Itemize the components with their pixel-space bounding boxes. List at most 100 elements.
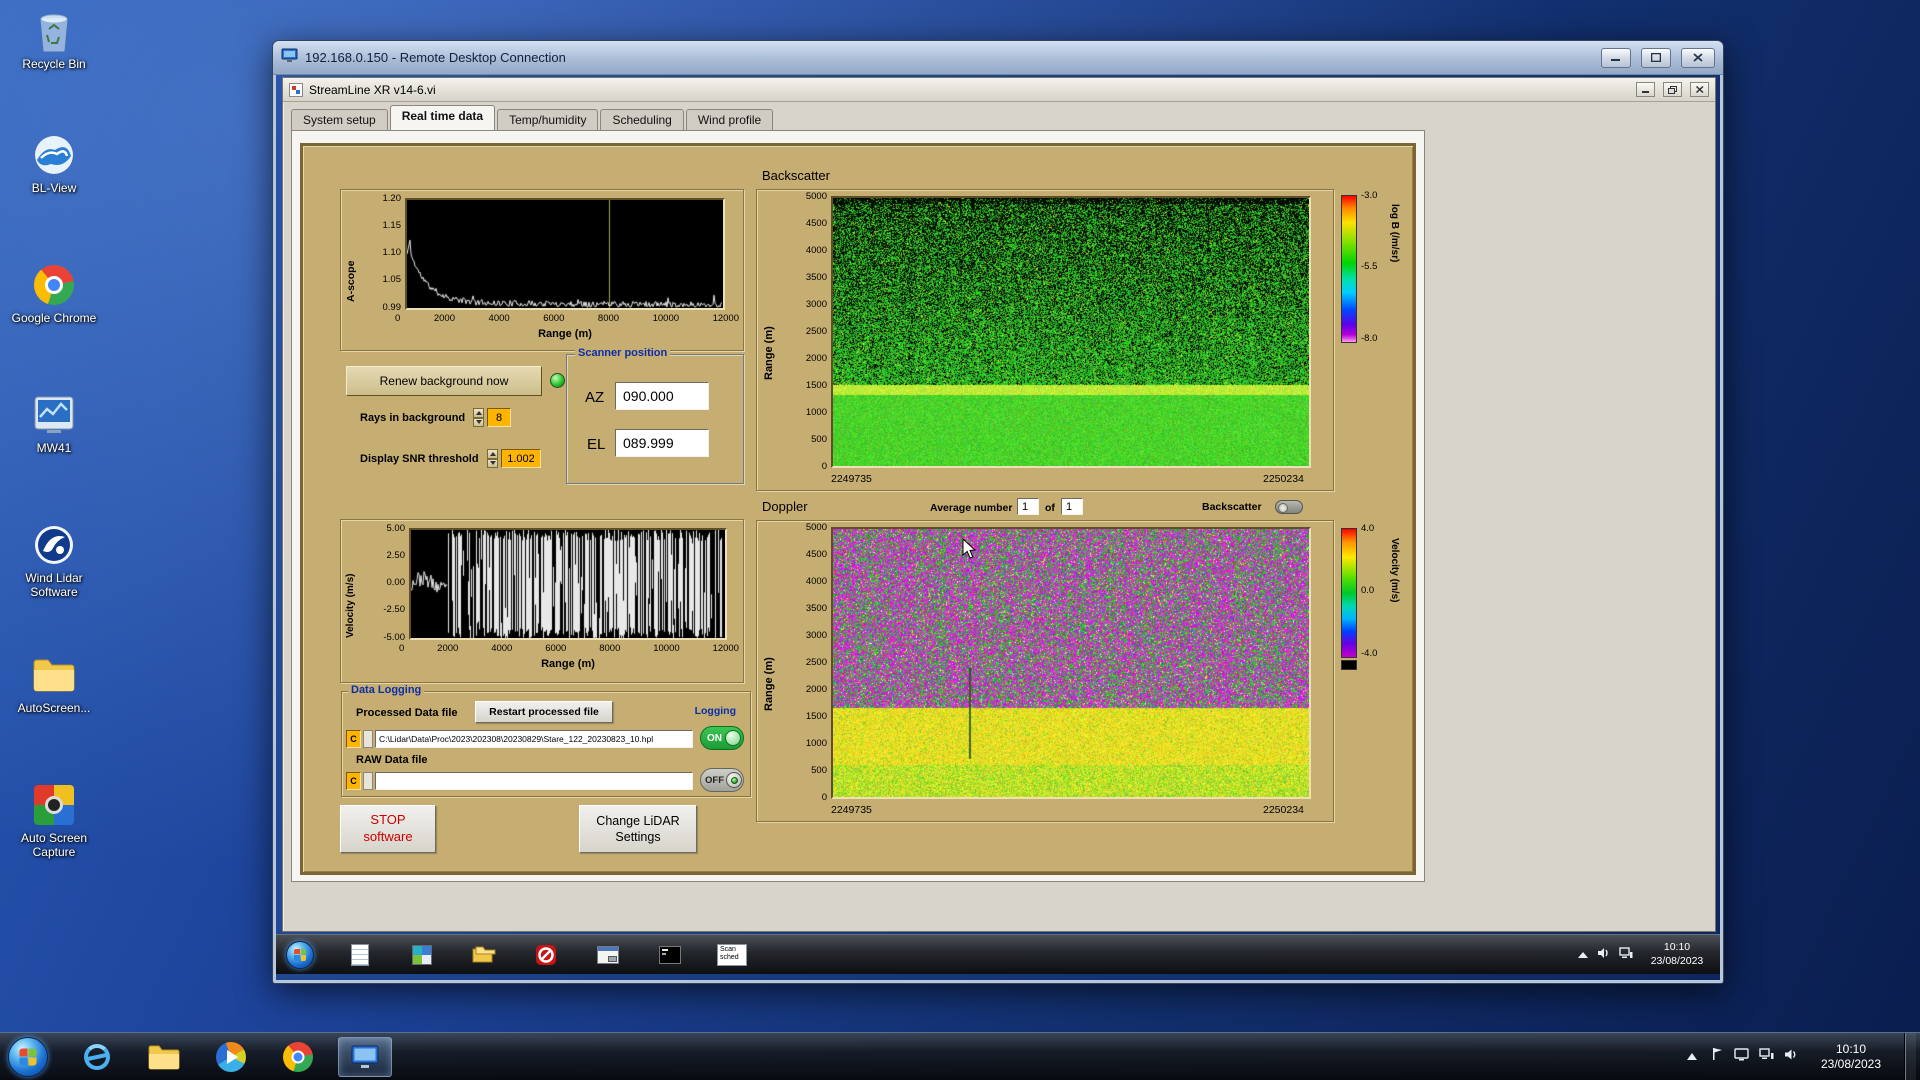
tab-strip: System setup Real time data Temp/humidit…	[291, 105, 774, 130]
remote-taskbar-stop-icon[interactable]	[528, 939, 564, 971]
snr-value-field[interactable]: 1.002	[501, 449, 541, 468]
average-number-field[interactable]: 1	[1017, 498, 1039, 515]
desktop-icon-recycle-bin[interactable]: Recycle Bin	[6, 8, 102, 72]
tab-wind-profile[interactable]: Wind profile	[685, 109, 774, 130]
remote-taskbar-console-icon[interactable]	[652, 939, 688, 971]
tick-label: 2000	[437, 643, 459, 654]
volume-icon[interactable]	[1784, 1048, 1798, 1066]
stop-software-button[interactable]: STOP software	[340, 805, 436, 853]
icon-label: Google Chrome	[11, 311, 97, 325]
rdp-close-button[interactable]	[1681, 47, 1715, 68]
tab-real-time-data[interactable]: Real time data	[389, 105, 496, 130]
processed-drive-button[interactable]: C	[346, 730, 361, 748]
raw-drive-button[interactable]: C	[346, 772, 361, 790]
host-clock[interactable]: 10:10 23/08/2023	[1808, 1042, 1894, 1072]
remote-clock[interactable]: 10:10 23/08/2023	[1642, 941, 1712, 967]
el-value-field[interactable]: 089.999	[615, 429, 709, 457]
taskbar-chrome-icon[interactable]	[271, 1037, 325, 1077]
doppler-group: Range (m) 5000 4500 4000 3500 3000 2500 2000 15…	[756, 520, 1334, 822]
backscatter-y-axis-label: Range (m)	[763, 326, 775, 380]
tab-temp-humidity[interactable]: Temp/humidity	[497, 109, 599, 130]
az-value-field[interactable]: 090.000	[615, 382, 709, 410]
remote-taskbar-folders-icon[interactable]	[466, 939, 502, 971]
restart-processed-file-button[interactable]: Restart processed file	[475, 701, 613, 723]
app-close-button[interactable]	[1690, 82, 1709, 97]
remote-start-button[interactable]	[286, 940, 314, 969]
tick-label: 6000	[543, 313, 565, 324]
remote-network-icon[interactable]	[1619, 946, 1633, 964]
average-number-label: Average number	[930, 502, 1013, 514]
desktop-icon-bl-view[interactable]: BL-View	[6, 132, 102, 196]
taskbar-media-player-icon[interactable]	[204, 1037, 258, 1077]
backscatter-y-ticks: 5000 4500 4000 3500 3000 2500 2000 1500 1000 500 0	[783, 192, 827, 472]
backscatter-colorbar-label: log B (/m/sr)	[1389, 204, 1400, 263]
display-backscatter-toggle[interactable]	[1275, 500, 1303, 514]
tab-scheduling[interactable]: Scheduling	[600, 109, 684, 130]
app-window: StreamLine XR v14-6.vi System setup Real…	[282, 77, 1716, 932]
show-desktop-button[interactable]	[1904, 1033, 1916, 1080]
raw-data-file-label: RAW Data file	[356, 754, 428, 766]
backscatter-x-end: 2250234	[1263, 473, 1304, 485]
icon-label: BL-View	[31, 181, 77, 195]
tick-label: 0.00	[386, 577, 406, 589]
velocity-group: Velocity (m/s) 5.00 2.50 0.00 -2.50 -5.00 0 2…	[340, 519, 744, 683]
app-restore-button[interactable]	[1663, 82, 1682, 97]
raw-browse-icon[interactable]	[363, 772, 373, 790]
average-of-count-field[interactable]: 1	[1061, 498, 1083, 515]
network-icon[interactable]	[1759, 1047, 1774, 1066]
remote-taskbar-app-grid-icon[interactable]	[404, 939, 440, 971]
rdp-minimize-button[interactable]	[1601, 47, 1631, 68]
taskbar-ie-icon[interactable]	[70, 1037, 124, 1077]
tick-label: -5.5	[1361, 261, 1378, 273]
app-minimize-button[interactable]	[1636, 82, 1655, 97]
renew-background-button[interactable]: Renew background now	[346, 366, 542, 396]
tick-label: 1500	[805, 711, 827, 723]
tick-label: 2000	[433, 313, 455, 324]
desktop-icon-chrome[interactable]: Google Chrome	[6, 262, 102, 326]
backscatter-section-title: Backscatter	[762, 168, 830, 183]
rdp-titlebar[interactable]: 192.168.0.150 - Remote Desktop Connectio…	[273, 41, 1723, 75]
desktop-icon-wind-lidar[interactable]: Wind Lidar Software	[6, 522, 102, 600]
doppler-y-axis-label: Range (m)	[763, 657, 775, 711]
taskbar-explorer-icon[interactable]	[137, 1037, 191, 1077]
remote-taskbar-notes-icon[interactable]	[342, 939, 378, 971]
remote-tray-expand-icon[interactable]	[1578, 951, 1588, 958]
start-button[interactable]	[8, 1036, 48, 1077]
ascope-group: A-scope 1.20 1.15 1.10 1.05 0.99 0 2000 4000 60…	[340, 189, 744, 351]
rays-spinner[interactable]	[473, 408, 484, 427]
remote-desktop: StreamLine XR v14-6.vi System setup Real…	[276, 75, 1720, 980]
taskbar-rdp-icon[interactable]	[338, 1036, 392, 1077]
raw-logging-toggle-off[interactable]: OFF	[700, 768, 744, 792]
desktop-icon-auto-screen-capture[interactable]: Auto Screen Capture	[6, 782, 102, 860]
auto-screen-capture-icon	[30, 782, 78, 828]
app-titlebar[interactable]: StreamLine XR v14-6.vi	[283, 78, 1715, 102]
doppler-x-end: 2250234	[1263, 804, 1304, 816]
doppler-colorbar	[1341, 528, 1357, 658]
remote-taskbar-print-window-icon[interactable]	[590, 939, 626, 971]
tab-system-setup[interactable]: System setup	[291, 109, 388, 130]
remote-taskbar-scan-sched-icon[interactable]: Scan sched	[714, 939, 750, 971]
rdp-session-tray-icon[interactable]	[1734, 1047, 1749, 1066]
raw-path-field[interactable]	[375, 772, 693, 790]
icon-label: AutoScreen...	[17, 701, 91, 715]
change-lidar-settings-button[interactable]: Change LiDAR Settings	[579, 805, 697, 853]
tray-expand-icon[interactable]	[1687, 1053, 1697, 1060]
backscatter-colorbar	[1341, 195, 1357, 343]
tick-label: 4000	[488, 313, 510, 324]
doppler-colorbar-ticks: 4.0 0.0 -4.0	[1361, 524, 1387, 658]
snr-spinner[interactable]	[487, 449, 498, 468]
ascope-x-ticks: 0 2000 4000 6000 8000 10000 12000	[395, 314, 739, 324]
action-center-flag-icon[interactable]	[1711, 1047, 1724, 1066]
processed-path-field[interactable]: C:\Lidar\Data\Proc\2023\202308\20230829\…	[375, 730, 693, 748]
processed-browse-icon[interactable]	[363, 730, 373, 748]
desktop-icon-mw41[interactable]: MW41	[6, 392, 102, 456]
desktop-icon-autoscreen-folder[interactable]: AutoScreen...	[6, 652, 102, 716]
tick-label: 5000	[805, 522, 827, 533]
remote-volume-icon[interactable]	[1597, 946, 1610, 964]
rdp-window: 192.168.0.150 - Remote Desktop Connectio…	[272, 40, 1724, 984]
rdp-maximize-button[interactable]	[1641, 47, 1671, 68]
tick-label: -2.50	[383, 604, 405, 616]
rays-value-field[interactable]: 8	[487, 408, 511, 427]
tick-label: 4500	[805, 549, 827, 561]
processed-logging-toggle-on[interactable]: ON	[700, 726, 744, 750]
